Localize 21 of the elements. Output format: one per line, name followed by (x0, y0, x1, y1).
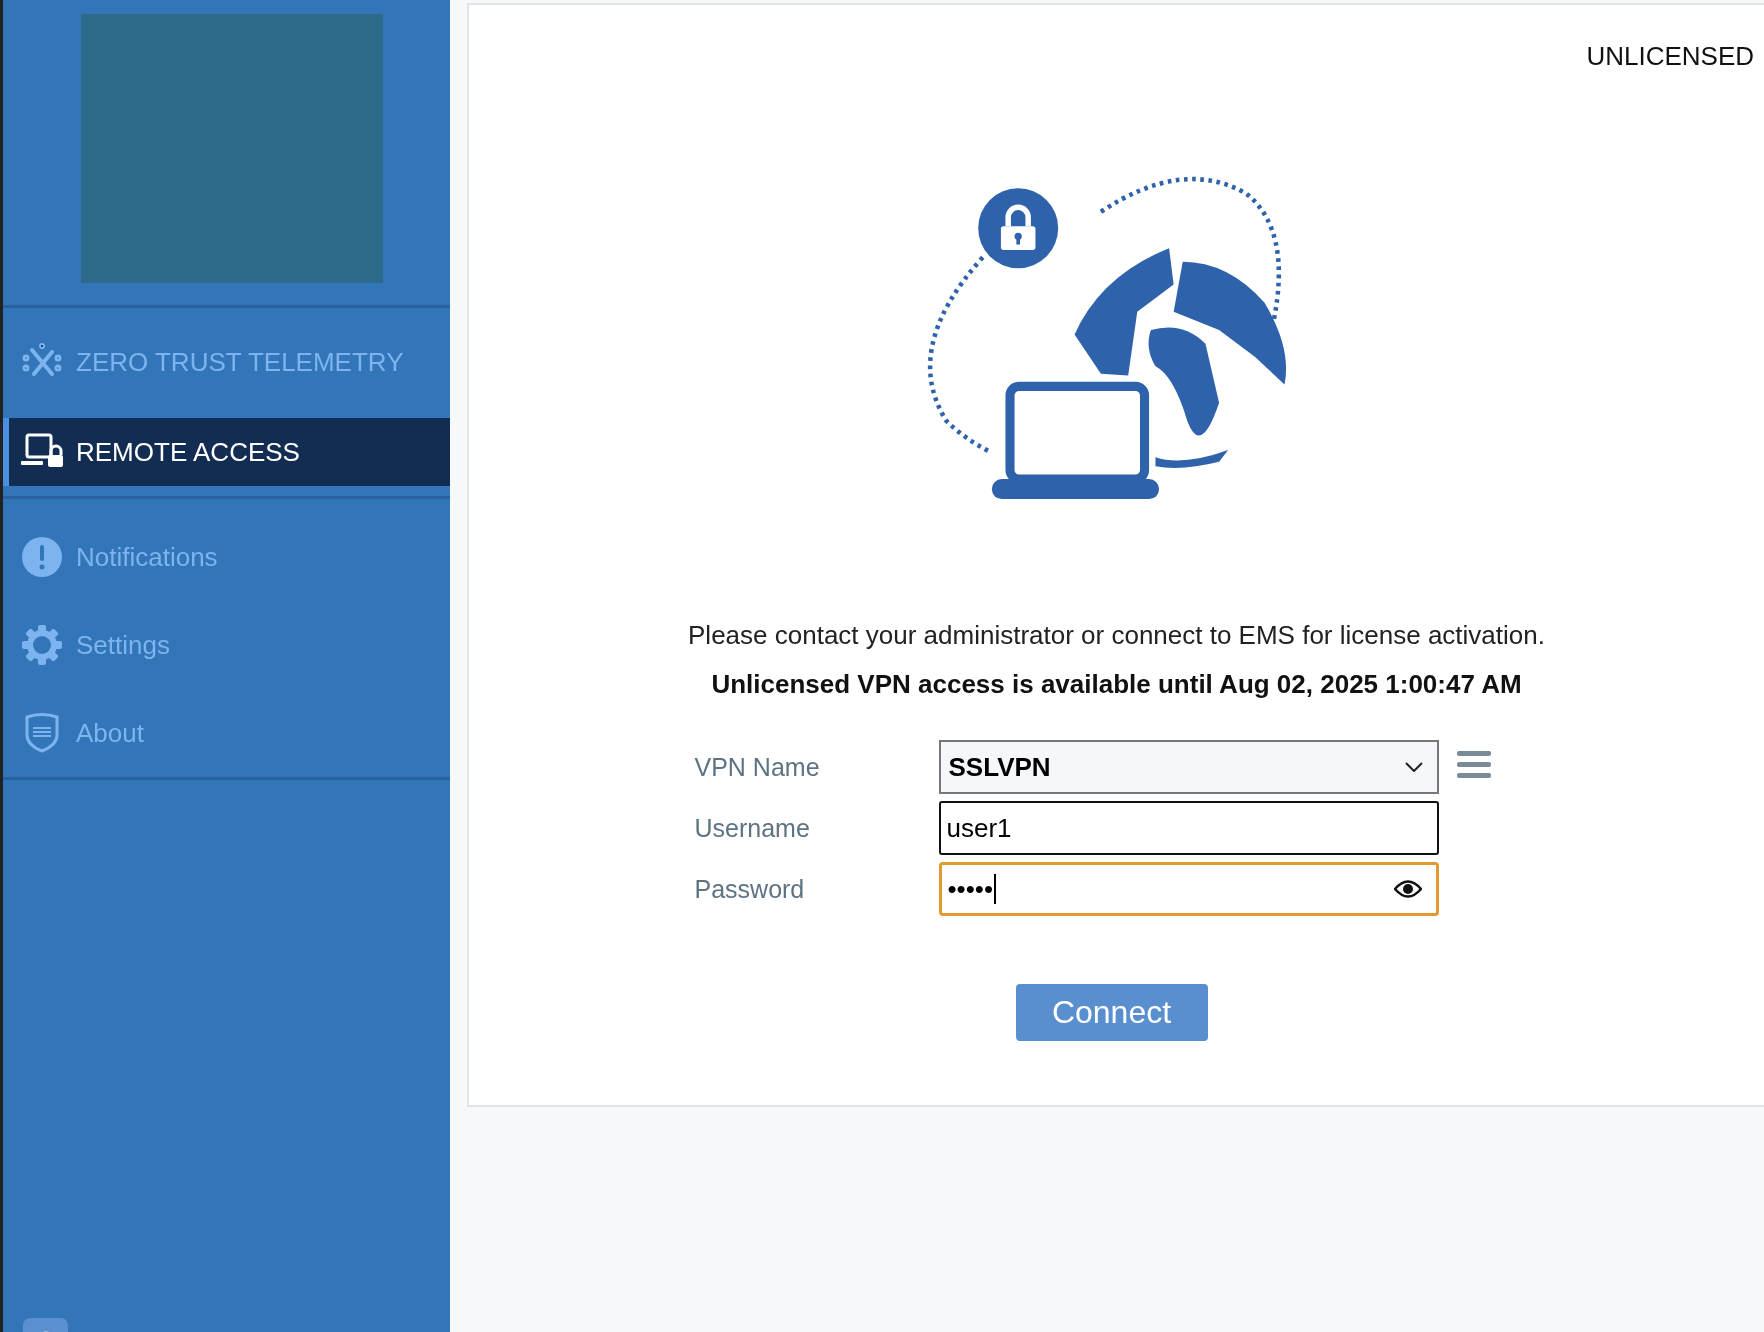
nav-item[interactable]: ZERO TRUST TELEMETRY (3, 328, 450, 396)
field-label: Password (694, 874, 806, 904)
nav-item[interactable]: REMOTE ACCESS (3, 418, 450, 486)
password-field[interactable]: ••••• (938, 862, 1439, 916)
vpn-select[interactable]: SSLVPN (938, 740, 1439, 794)
nav-item[interactable]: About (3, 689, 450, 777)
settings-icon (22, 625, 62, 665)
menu-icon[interactable] (1456, 751, 1491, 779)
chevron-down-icon (1404, 762, 1423, 772)
field-label: Username (694, 813, 811, 843)
shield-icon (24, 713, 60, 753)
username-field[interactable]: user1 (938, 801, 1439, 855)
eye-icon (1393, 880, 1422, 898)
nav-item[interactable]: Notifications (3, 513, 450, 601)
connect-button[interactable]: Connect (1015, 984, 1208, 1041)
alert-icon (22, 537, 62, 577)
license-status: UNLICENSED (1586, 41, 1754, 72)
nav-item[interactable]: Settings (3, 601, 450, 689)
access-notice: Unlicensed VPN access is available until Aug 02, 2025 1:00:47 AM (711, 669, 1522, 700)
field-label: VPN Name (694, 752, 821, 782)
license-message: Please contact your administrator or connect to EMS for license activation. (688, 620, 1545, 651)
